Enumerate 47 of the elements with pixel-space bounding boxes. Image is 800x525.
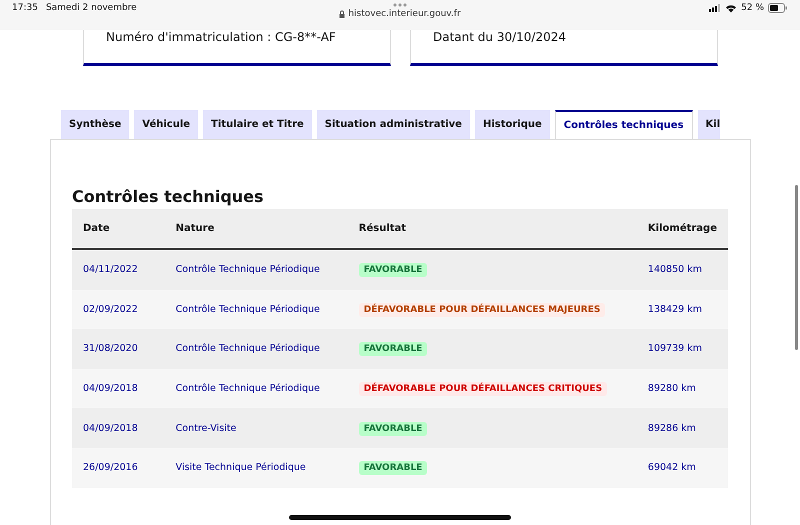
date-cell: 26/09/2016	[83, 462, 138, 474]
nature-cell: Contre-Visite	[176, 422, 236, 434]
result-badge: FAVORABLE	[358, 422, 428, 436]
column-header: Résultat	[358, 223, 406, 234]
url-text[interactable]: histovec.interieur.gouv.fr	[348, 9, 461, 19]
nature-cell: Contrôle Technique Périodique	[176, 343, 320, 354]
mileage-cell: 109739 km	[648, 343, 702, 354]
nature-cell: Visite Technique Périodique	[176, 462, 306, 474]
tab[interactable]: Situation administrative	[316, 110, 470, 139]
column-header: Date	[83, 223, 110, 234]
date-cell: 04/09/2018	[83, 422, 138, 434]
card-text: Numéro d'immatriculation : CG-8**-AF	[106, 30, 336, 44]
date-cell: 04/09/2018	[83, 383, 138, 394]
tab[interactable]: Véhicule	[134, 110, 198, 139]
battery-percent: 52 %	[741, 3, 764, 13]
mileage-cell: 89286 km	[648, 422, 696, 434]
result-badge: FAVORABLE	[358, 461, 428, 476]
date-cell: 04/11/2022	[83, 264, 138, 276]
nature-cell: Contrôle Technique Périodique	[176, 304, 320, 315]
result-badge: DÉFAVORABLE POUR DÉFAILLANCES CRITIQUES	[358, 382, 608, 396]
result-badge: DÉFAVORABLE POUR DÉFAILLANCES MAJEURES	[358, 302, 606, 317]
clock-time: 17:35	[12, 3, 38, 13]
tab[interactable]: Contrôles techniques	[554, 110, 693, 139]
mileage-cell: 140850 km	[648, 264, 702, 276]
date-cell: 31/08/2020	[83, 343, 138, 354]
date-cell: 02/09/2022	[83, 304, 138, 315]
more-icon[interactable]	[393, 3, 407, 7]
result-badge: FAVORABLE	[358, 263, 428, 278]
section-title: Contrôles techniques	[72, 187, 265, 206]
mileage-cell: 138429 km	[648, 304, 702, 315]
signal-icon	[709, 4, 722, 12]
status-date: Samedi 2 novembre	[46, 3, 137, 13]
mileage-cell: 69042 km	[648, 462, 696, 474]
battery-icon	[768, 3, 788, 13]
nature-cell: Contrôle Technique Périodique	[176, 264, 320, 276]
column-header: Kilométrage	[648, 223, 717, 234]
column-header: Nature	[176, 223, 214, 234]
wifi-icon	[725, 4, 738, 12]
card-text: Datant du 30/10/2024	[433, 30, 566, 44]
tab[interactable]: Titulaire et Titre	[203, 110, 312, 139]
tab[interactable]: Kil	[698, 110, 720, 139]
tab[interactable]: Historique	[474, 110, 550, 139]
lock-icon	[339, 10, 346, 18]
nature-cell: Contrôle Technique Périodique	[176, 383, 320, 394]
mileage-cell: 89280 km	[648, 383, 696, 394]
tab[interactable]: Synthèse	[61, 110, 130, 139]
result-badge: FAVORABLE	[358, 342, 428, 356]
